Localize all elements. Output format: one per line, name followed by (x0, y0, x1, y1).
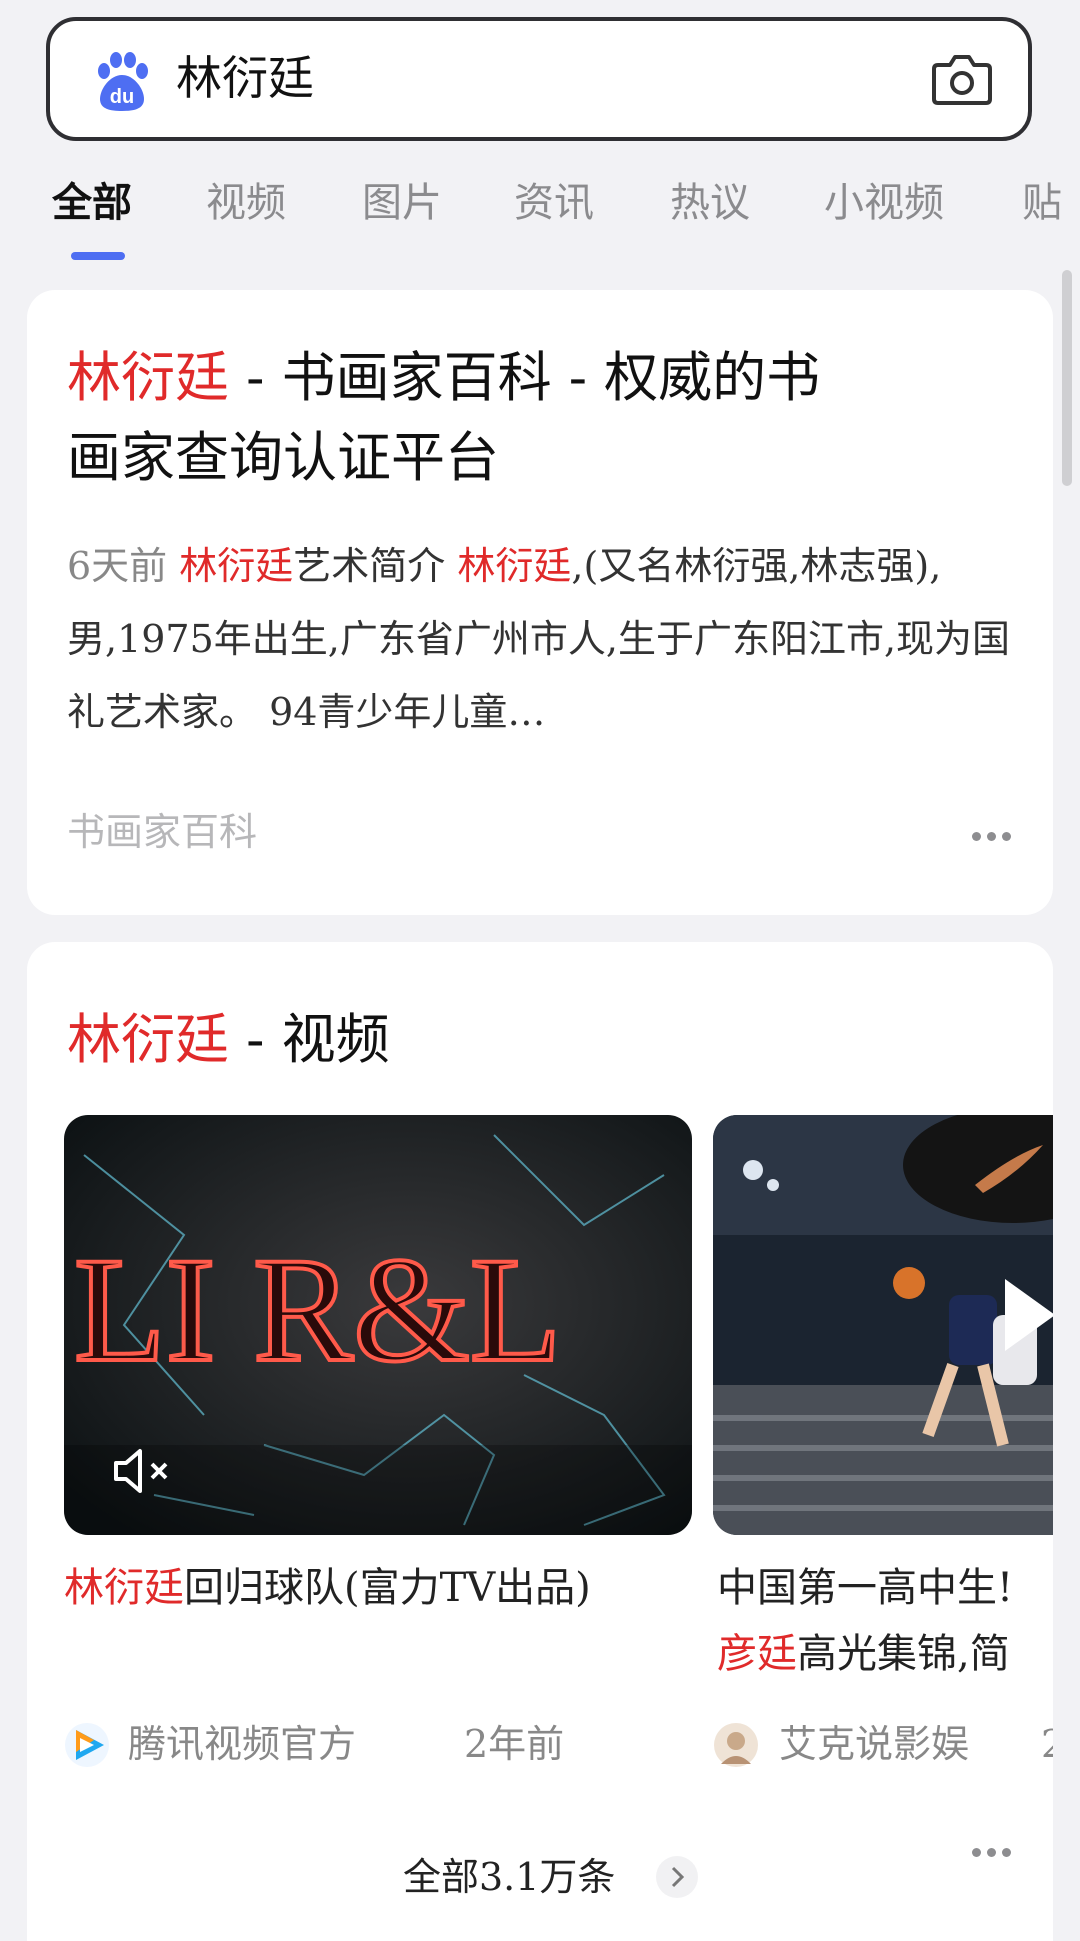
tab-news[interactable]: 资讯 (514, 170, 594, 236)
title-text: - 视频 (229, 1008, 390, 1071)
svg-text:du: du (110, 86, 134, 108)
video-caption[interactable]: 林衍廷回归球队(富力TV出品) (64, 1556, 692, 1620)
result-title[interactable]: 林衍廷 - 书画家百科 - 权威的书画家查询认证平台 (67, 338, 1007, 498)
tab-all[interactable]: 全部 (52, 170, 132, 236)
caption-highlight: 林衍廷 (64, 1565, 184, 1611)
avatar (714, 1723, 758, 1767)
baidu-paw-logo-icon[interactable]: du (90, 49, 154, 113)
tab-tieba[interactable]: 贴 (1022, 170, 1062, 236)
abstract-text: 艺术简介 (293, 544, 446, 588)
video-thumbnail[interactable]: LI R&L (64, 1115, 692, 1535)
tab-images[interactable]: 图片 (362, 170, 442, 236)
title-text: - 书画家百科 - 权威的书 (229, 346, 821, 409)
video-source[interactable]: 艾克说影娱 (779, 1714, 969, 1774)
result-date: 6天前 (67, 544, 168, 588)
video-thumbnail[interactable] (713, 1115, 1053, 1535)
more-options-icon[interactable] (972, 1848, 1012, 1860)
tab-discussion[interactable]: 热议 (670, 170, 750, 236)
video-section-title[interactable]: 林衍廷 - 视频 (67, 1000, 390, 1080)
tab-short-video[interactable]: 小视频 (824, 170, 944, 236)
video-card: 林衍廷 - 视频 LI R&L 林衍廷回归球队(富力TV出品) 中国第一高中生!… (27, 942, 1053, 1941)
result-card[interactable]: 林衍廷 - 书画家百科 - 权威的书 画家查询认证平台 6天前 林衍廷艺术简介 林… (27, 290, 1053, 915)
search-tabs: 全部 视频 图片 资讯 热议 小视频 贴 (0, 160, 1080, 260)
active-tab-indicator (71, 252, 125, 260)
video-time: 2年前 (464, 1722, 565, 1766)
svg-text:LI R&L: LI R&L (74, 1227, 561, 1393)
video-meta: 艾克说影娱 2 (713, 1714, 1053, 1774)
chevron-right-icon (656, 1856, 698, 1898)
view-all-videos-link[interactable]: 全部3.1万条 (27, 1847, 1053, 1907)
abstract-highlight: 林衍廷 (457, 544, 572, 588)
caption-highlight: 彦廷 (717, 1631, 797, 1677)
title-highlight: 林衍廷 (67, 346, 229, 409)
tencent-video-logo-icon (65, 1723, 109, 1767)
play-icon[interactable] (999, 1275, 1053, 1355)
video-caption[interactable]: 彦廷高光集锦,简 (717, 1622, 1053, 1686)
mute-icon[interactable] (112, 1445, 176, 1497)
scrollbar[interactable] (1062, 270, 1072, 486)
video-time: 2 (1041, 1714, 1053, 1774)
video-source[interactable]: 腾讯视频官方 (128, 1714, 356, 1774)
search-box[interactable]: du 林衍廷 (46, 17, 1032, 141)
title-text-line2: 画家查询认证平台 (67, 426, 499, 489)
title-highlight: 林衍廷 (67, 1008, 229, 1071)
caption-text: 高光集锦,简 (797, 1631, 1010, 1677)
result-source[interactable]: 书画家百科 (67, 802, 257, 862)
camera-icon[interactable] (932, 51, 992, 107)
abstract-highlight: 林衍廷 (179, 544, 294, 588)
tab-video[interactable]: 视频 (206, 170, 286, 236)
caption-text: 中国第一高中生! (717, 1565, 1014, 1611)
video-caption[interactable]: 中国第一高中生! (717, 1556, 1053, 1620)
view-all-label: 全部3.1万条 (403, 1855, 616, 1899)
search-input[interactable]: 林衍廷 (176, 45, 314, 111)
result-abstract: 6天前 林衍廷艺术简介 林衍廷,(又名林衍强,林志强),男,1975年出生,广东… (67, 530, 1027, 749)
caption-text: 回归球队(富力TV出品) (184, 1565, 591, 1611)
more-options-icon[interactable] (972, 832, 1012, 844)
